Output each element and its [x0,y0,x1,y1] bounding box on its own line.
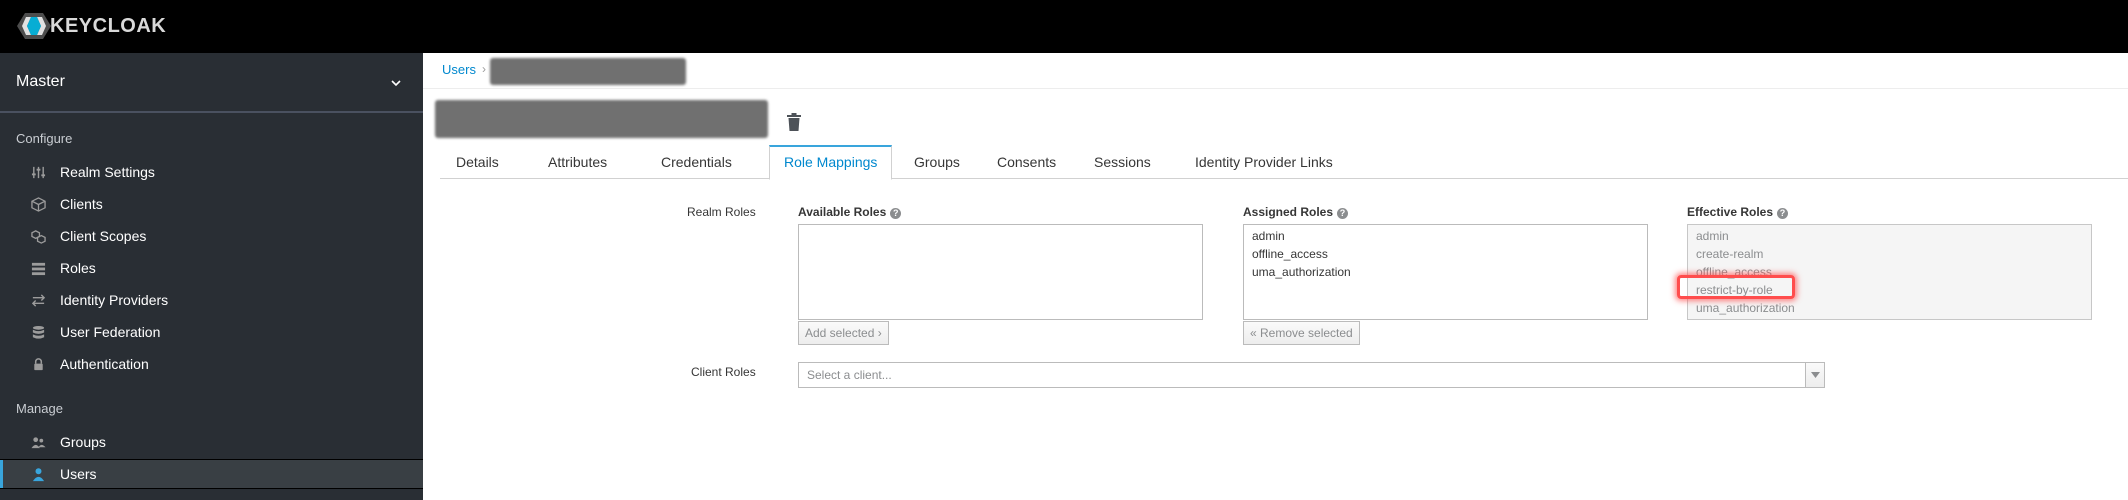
list-item: admin [1696,229,1729,243]
effective-roles-label-text: Effective Roles [1687,205,1774,219]
scopes-icon [30,228,46,244]
realm-selector[interactable]: Master [0,53,423,113]
help-icon[interactable]: ? [1337,208,1349,219]
assigned-roles-list[interactable]: admin offline_access uma_authorization [1243,224,1648,320]
list-item[interactable]: admin [1244,227,1647,245]
lock-icon [30,356,46,372]
chevron-down-icon [391,80,401,87]
realm-name: Master [16,73,65,90]
breadcrumb: Users › [423,53,2128,89]
client-select-placeholder: Select a client... [807,368,892,382]
sliders-icon [30,164,46,180]
main-content: Users › Details Attributes Credentials R… [423,53,2128,500]
sidebar-item-roles[interactable]: Roles [0,253,423,283]
help-icon[interactable]: ? [1777,208,1789,219]
database-icon [30,324,46,340]
section-manage: Manage [16,401,63,416]
sidebar-item-label: Authentication [60,356,149,372]
delete-user-icon[interactable] [786,112,802,132]
user-tabs: Details Attributes Credentials Role Mapp… [440,145,2128,180]
help-icon[interactable]: ? [890,208,902,219]
tab-role-mappings[interactable]: Role Mappings [769,145,893,180]
effective-roles-list: admin create-realm offline_access restri… [1687,224,2092,320]
sidebar-item-authentication[interactable]: Authentication [0,349,423,379]
user-icon [30,466,46,482]
section-configure: Configure [16,131,73,146]
redacted-username-crumb [490,58,686,85]
list-item[interactable]: uma_authorization [1244,263,1647,281]
sidebar-item-client-scopes[interactable]: Client Scopes [0,221,423,251]
tab-attributes[interactable]: Attributes [534,145,621,179]
breadcrumb-separator: › [482,62,486,76]
sidebar-item-label: Groups [60,434,106,450]
sidebar-item-users[interactable]: Users [0,459,423,489]
keycloak-logo[interactable]: KEYCLOAK [16,11,166,41]
sidebar-item-label: Users [60,466,97,482]
tab-groups[interactable]: Groups [900,145,974,179]
client-roles-label: Client Roles [691,365,756,379]
brand-name: KEYCLOAK [50,14,167,37]
keycloak-logo-icon [17,13,51,39]
effective-roles-label: Effective Roles? [1687,205,1789,219]
cube-icon [30,196,46,212]
assigned-roles-label-text: Assigned Roles [1243,205,1334,219]
tab-credentials[interactable]: Credentials [647,145,746,179]
tab-consents[interactable]: Consents [983,145,1070,179]
highlight-box [1677,275,1795,299]
available-roles-label: Available Roles? [798,205,902,219]
exchange-icon [30,292,46,308]
redacted-page-title [435,100,768,138]
sidebar-item-label: Realm Settings [60,164,155,180]
sidebar-item-label: Roles [60,260,96,276]
sidebar-item-label: Identity Providers [60,292,169,308]
list-item: uma_authorization [1696,301,1795,315]
client-select[interactable]: Select a client... [798,362,1825,388]
sidebar: Master Configure Realm Settings Clients … [0,53,423,500]
sidebar-item-user-federation[interactable]: User Federation [0,317,423,347]
available-roles-list[interactable] [798,224,1203,320]
assigned-roles-label: Assigned Roles? [1243,205,1349,219]
sidebar-item-label: Clients [60,196,103,212]
tab-sessions[interactable]: Sessions [1080,145,1165,179]
realm-roles-label: Realm Roles [687,205,756,219]
users-icon [30,434,46,450]
caret-down-icon[interactable] [1805,363,1824,387]
list-item: create-realm [1696,247,1764,261]
sidebar-item-groups[interactable]: Groups [0,427,423,457]
available-roles-label-text: Available Roles [798,205,887,219]
top-bar: KEYCLOAK [0,0,2128,53]
sidebar-item-label: Client Scopes [60,228,147,244]
sidebar-item-clients[interactable]: Clients [0,189,423,219]
sidebar-item-label: User Federation [60,324,161,340]
sidebar-item-identity-providers[interactable]: Identity Providers [0,285,423,315]
tab-identity-provider-links[interactable]: Identity Provider Links [1181,145,1347,179]
remove-selected-button[interactable]: « Remove selected [1243,321,1360,345]
add-selected-button[interactable]: Add selected › [798,321,889,345]
list-item[interactable]: offline_access [1244,245,1647,263]
tab-details[interactable]: Details [442,145,513,179]
list-icon [30,260,46,276]
breadcrumb-users-link[interactable]: Users [442,62,476,77]
sidebar-item-realm-settings[interactable]: Realm Settings [0,157,423,187]
